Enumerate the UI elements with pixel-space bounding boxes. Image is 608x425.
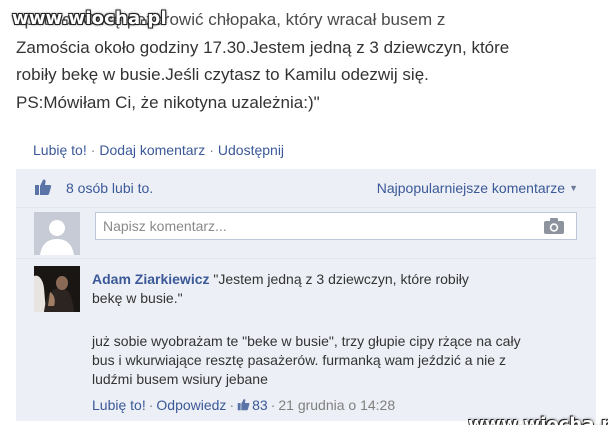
sort-label: Najpopularniejsze komentarze [376, 180, 566, 196]
watermark-bottom-text: www.wiocha.pl [468, 414, 608, 425]
commenter-avatar[interactable] [34, 266, 80, 312]
add-comment-link[interactable]: Dodaj komentarz [99, 142, 205, 158]
divider [16, 258, 596, 259]
current-user-avatar [34, 212, 80, 255]
post-line: robiły bekę w busie.Jeśli czytasz to Kam… [16, 65, 429, 84]
comment-line: już sobie wyobrażam te "beke w busie", t… [92, 333, 521, 349]
thumbs-up-icon [237, 398, 250, 411]
comment-quote-part2: bekę w busie." [92, 290, 183, 306]
comment-timestamp[interactable]: 21 grudnia o 14:28 [278, 397, 395, 413]
comment-input[interactable] [96, 213, 543, 239]
comment-quote-part1: "Jestem jedną z 3 dziewczyn, które robił… [213, 271, 469, 287]
comment-like-count[interactable]: 83 [252, 397, 268, 413]
separator-dot: · [90, 142, 96, 158]
post-line: PS:Mówiłam Ci, że nikotyna uzależnia:)" [16, 92, 320, 112]
post-line: Zamościa około godziny 17.30.Jestem jedn… [16, 37, 510, 57]
camera-icon[interactable] [544, 218, 564, 234]
thumbs-up-icon [34, 178, 52, 196]
comment-body: Adam Ziarkiewicz "Jestem jedną z 3 dziew… [92, 270, 582, 389]
watermark-bottom: www.wiocha.pl [468, 414, 608, 425]
watermark-logo: www.wiocha.pl [12, 8, 167, 29]
caret-down-icon: ▼ [569, 183, 578, 193]
comment-text: już sobie wyobrażam te "beke w busie", t… [92, 332, 582, 389]
like-link[interactable]: Lubię to! [33, 142, 87, 158]
comment-line: bus i wkurwiające resztę pasażerów. furm… [92, 352, 506, 368]
likes-row: 8 osób lubi to. Najpopularniejsze koment… [16, 169, 596, 207]
comment-author-link[interactable]: Adam Ziarkiewicz [92, 271, 210, 287]
separator-dot: · [229, 397, 235, 413]
separator-dot: · [209, 142, 214, 158]
comment-header: Adam Ziarkiewicz "Jestem jedną z 3 dziew… [92, 270, 582, 308]
share-link[interactable]: Udostępnij [218, 142, 284, 158]
comment-line: ludźmi busem wsiury jebane [92, 371, 268, 387]
comment-input-box [95, 212, 577, 240]
comment-reply-link[interactable]: Odpowiedz [156, 397, 226, 413]
comment-like-link[interactable]: Lubię to! [92, 397, 146, 413]
likes-count-link[interactable]: 8 osób lubi to. [66, 180, 153, 196]
comment-sort-dropdown[interactable]: Najpopularniejsze komentarze ▼ [377, 180, 578, 196]
post-actions: Lubię to! · Dodaj komentarz · Udostępnij [33, 142, 284, 164]
divider [16, 207, 596, 208]
separator-dot: · [148, 397, 154, 413]
separator-dot: · [270, 397, 276, 413]
feedback-panel: 8 osób lubi to. Najpopularniejsze koment… [16, 169, 596, 421]
comment-meta: Lubię to! · Odpowiedz · 83 · 21 grudnia o 14:2… [92, 397, 395, 413]
